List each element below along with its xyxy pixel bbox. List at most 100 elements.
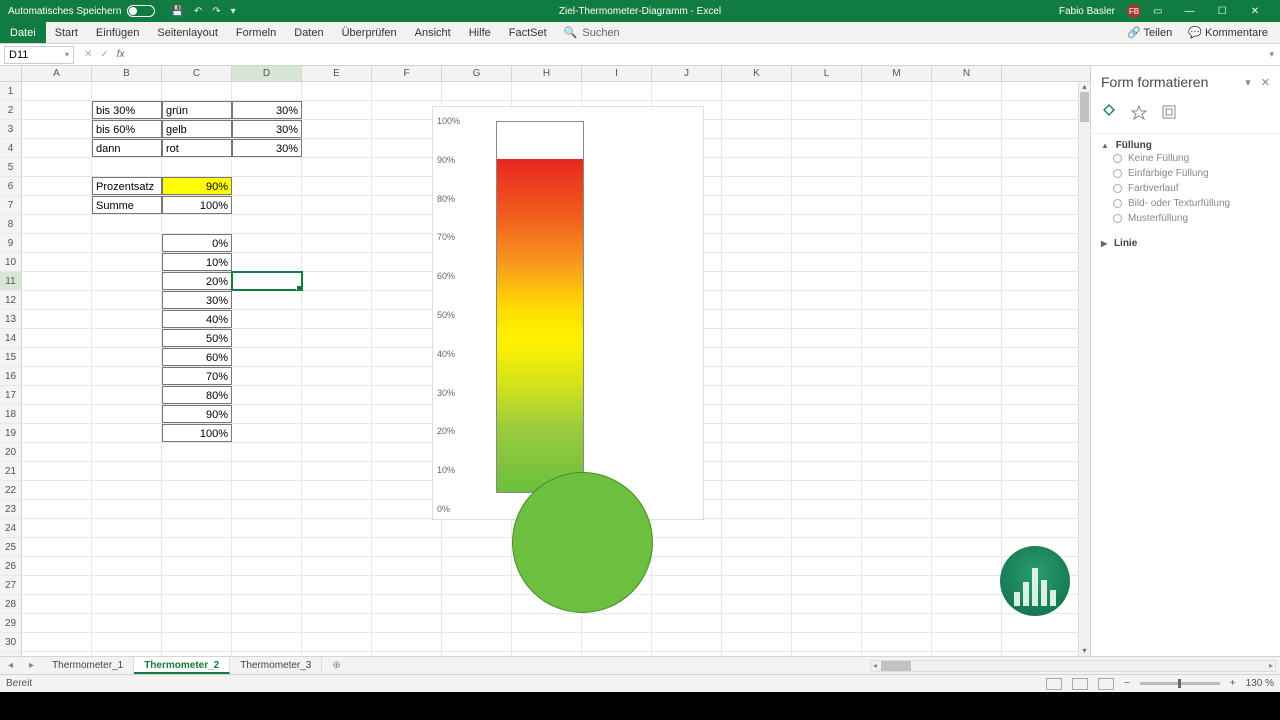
cell-M2[interactable] [862, 101, 932, 119]
cell-B10[interactable] [92, 253, 162, 271]
vertical-scrollbar[interactable]: ▴ ▾ [1078, 82, 1090, 656]
scroll-up-icon[interactable]: ▴ [1079, 82, 1090, 92]
cell-F24[interactable] [372, 519, 442, 537]
cell-B18[interactable] [92, 405, 162, 423]
cell-F26[interactable] [372, 557, 442, 575]
chevron-down-icon[interactable]: ▾ [65, 50, 69, 59]
row-header-3[interactable]: 3 [0, 120, 22, 138]
cell-G24[interactable] [442, 519, 512, 537]
cell-D24[interactable] [232, 519, 302, 537]
cell-F29[interactable] [372, 614, 442, 632]
save-icon[interactable]: 💾 [171, 6, 183, 17]
cell-K7[interactable] [722, 196, 792, 214]
effects-tab-icon[interactable] [1131, 104, 1147, 123]
pagelayout-view-icon[interactable] [1072, 678, 1088, 690]
cell-B16[interactable] [92, 367, 162, 385]
row-header-18[interactable]: 18 [0, 405, 22, 423]
cell-F1[interactable] [372, 82, 442, 100]
thermometer-chart[interactable]: 0%10%20%30%40%50%60%70%80%90%100% [432, 106, 704, 520]
ribbon-mode-icon[interactable]: ▭ [1153, 6, 1162, 17]
cell-C31[interactable] [162, 652, 232, 656]
cell-K15[interactable] [722, 348, 792, 366]
cell-M23[interactable] [862, 500, 932, 518]
row-header-20[interactable]: 20 [0, 443, 22, 461]
cell-E15[interactable] [302, 348, 372, 366]
cell-A6[interactable] [22, 177, 92, 195]
cell-L29[interactable] [792, 614, 862, 632]
horizontal-scrollbar[interactable]: ◂ ▸ [870, 660, 1276, 672]
cell-C24[interactable] [162, 519, 232, 537]
row-header-29[interactable]: 29 [0, 614, 22, 632]
cell-C19[interactable]: 100% [162, 424, 232, 442]
col-header-M[interactable]: M [862, 66, 932, 81]
cell-E1[interactable] [302, 82, 372, 100]
row-header-17[interactable]: 17 [0, 386, 22, 404]
cell-K17[interactable] [722, 386, 792, 404]
cell-L4[interactable] [792, 139, 862, 157]
cell-F31[interactable] [372, 652, 442, 656]
cell-G1[interactable] [442, 82, 512, 100]
col-header-I[interactable]: I [582, 66, 652, 81]
cell-A9[interactable] [22, 234, 92, 252]
row-header-28[interactable]: 28 [0, 595, 22, 613]
cell-G29[interactable] [442, 614, 512, 632]
cell-D11[interactable] [232, 272, 302, 290]
cell-D12[interactable] [232, 291, 302, 309]
row-header-7[interactable]: 7 [0, 196, 22, 214]
cell-L3[interactable] [792, 120, 862, 138]
cell-E17[interactable] [302, 386, 372, 404]
row-header-10[interactable]: 10 [0, 253, 22, 271]
cell-B15[interactable] [92, 348, 162, 366]
cell-H29[interactable] [512, 614, 582, 632]
cell-L12[interactable] [792, 291, 862, 309]
row-header-22[interactable]: 22 [0, 481, 22, 499]
cell-D7[interactable] [232, 196, 302, 214]
col-header-F[interactable]: F [372, 66, 442, 81]
cell-B22[interactable] [92, 481, 162, 499]
cell-F28[interactable] [372, 595, 442, 613]
row-header-13[interactable]: 13 [0, 310, 22, 328]
cell-M6[interactable] [862, 177, 932, 195]
cell-N11[interactable] [932, 272, 1002, 290]
cell-L14[interactable] [792, 329, 862, 347]
cell-B14[interactable] [92, 329, 162, 347]
cell-E20[interactable] [302, 443, 372, 461]
cell-L26[interactable] [792, 557, 862, 575]
cell-A21[interactable] [22, 462, 92, 480]
cell-B4[interactable]: dann [92, 139, 162, 157]
row-header-4[interactable]: 4 [0, 139, 22, 157]
cell-N5[interactable] [932, 158, 1002, 176]
cell-E2[interactable] [302, 101, 372, 119]
cell-F30[interactable] [372, 633, 442, 651]
cell-C18[interactable]: 90% [162, 405, 232, 423]
cell-K5[interactable] [722, 158, 792, 176]
row-header-12[interactable]: 12 [0, 291, 22, 309]
cell-K23[interactable] [722, 500, 792, 518]
cell-E21[interactable] [302, 462, 372, 480]
cell-E6[interactable] [302, 177, 372, 195]
zoom-in-icon[interactable]: + [1230, 678, 1236, 689]
fill-option-1[interactable]: Einfarbige Füllung [1101, 166, 1270, 181]
cell-N27[interactable] [932, 576, 1002, 594]
cell-N9[interactable] [932, 234, 1002, 252]
cell-K31[interactable] [722, 652, 792, 656]
cell-D27[interactable] [232, 576, 302, 594]
pane-close-icon[interactable]: ✕ [1261, 76, 1270, 89]
cell-G30[interactable] [442, 633, 512, 651]
cell-C3[interactable]: gelb [162, 120, 232, 138]
cell-E13[interactable] [302, 310, 372, 328]
cell-F27[interactable] [372, 576, 442, 594]
cell-C17[interactable]: 80% [162, 386, 232, 404]
col-header-J[interactable]: J [652, 66, 722, 81]
zoom-out-icon[interactable]: − [1124, 678, 1130, 689]
toggle-switch-icon[interactable] [127, 5, 155, 17]
cell-L15[interactable] [792, 348, 862, 366]
cell-C1[interactable] [162, 82, 232, 100]
cell-D4[interactable]: 30% [232, 139, 302, 157]
cell-D6[interactable] [232, 177, 302, 195]
cell-D9[interactable] [232, 234, 302, 252]
cell-B25[interactable] [92, 538, 162, 556]
cell-K20[interactable] [722, 443, 792, 461]
cell-A17[interactable] [22, 386, 92, 404]
cell-K24[interactable] [722, 519, 792, 537]
